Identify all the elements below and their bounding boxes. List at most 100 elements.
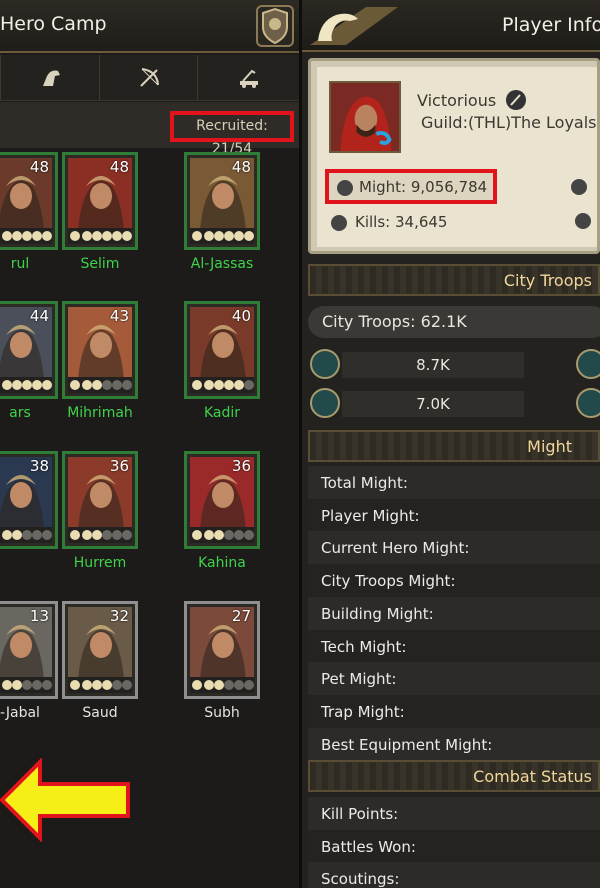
hero-level: 13 (29, 607, 49, 625)
star-dot (244, 530, 254, 540)
hero-class-icon (0, 378, 1, 392)
player-avatar[interactable] (329, 81, 401, 153)
might-row: Building Might: (308, 596, 600, 630)
star-dot (92, 530, 102, 540)
star-dot (204, 380, 214, 390)
hero-level: 36 (109, 457, 129, 475)
hero-card-frame: 36 (184, 451, 260, 549)
player-info-panel: Player Info Victorious Guild:(THL)The Lo… (302, 0, 600, 888)
section-city-troops-label: City Troops (503, 271, 592, 290)
tab-siege[interactable] (198, 55, 300, 101)
star-dot (204, 680, 214, 690)
section-combat-status: Combat Status (308, 760, 600, 792)
combat-row: Scoutings: (308, 862, 600, 888)
infantry-troop-icon (310, 349, 340, 379)
hero-card[interactable]: 36 Hurrem (62, 451, 138, 571)
player-card-inner: Victorious Guild:(THL)The Loyals Might: … (317, 67, 597, 247)
might-row-label: Total Might: (321, 474, 408, 492)
star-dot (244, 380, 254, 390)
star-dot (22, 530, 32, 540)
hero-name: Al-Jassas (190, 256, 254, 272)
star-dot (234, 680, 244, 690)
might-skull-icon (337, 180, 353, 196)
might-row: Current Hero Might: (308, 531, 600, 565)
hero-star-bar (0, 527, 52, 543)
tab-cavalry[interactable] (2, 55, 100, 101)
hero-class-icon (70, 231, 80, 241)
tab-divider (0, 55, 1, 101)
tab-archer[interactable] (100, 55, 198, 101)
star-dot (244, 680, 254, 690)
might-highlight: Might: 9,056,784 (325, 169, 497, 204)
troop-count: 8.7K (416, 356, 450, 374)
hero-card-frame: 38 (0, 451, 58, 549)
hero-card[interactable]: 40 Kadir (184, 301, 260, 421)
hero-class-icon (192, 380, 202, 390)
might-row: Trap Might: (308, 694, 600, 728)
hero-card[interactable]: 38 (0, 451, 58, 549)
hero-card[interactable]: 32 Saud (62, 601, 138, 721)
hero-camp-header: Hero Camp (0, 0, 300, 53)
star-dot (204, 530, 214, 540)
might-row: Tech Might: (308, 629, 600, 663)
hero-card-frame: 44 (0, 301, 58, 399)
troop-icon-right-2 (576, 388, 600, 418)
hero-class-icon (70, 380, 80, 390)
hero-card[interactable]: 48 Al-Jassas (184, 152, 260, 272)
star-dot (214, 231, 224, 241)
hero-class-icon (192, 530, 202, 540)
edit-name-icon[interactable] (505, 89, 527, 111)
star-dot (82, 380, 92, 390)
star-dot (122, 530, 132, 540)
combat-row-label: Battles Won: (321, 837, 416, 856)
might-row-label: City Troops Might: (321, 572, 456, 591)
hero-level: 27 (231, 607, 251, 625)
catapult-icon (240, 69, 258, 88)
hero-class-icon (192, 231, 202, 241)
hero-card[interactable]: 48 Selim (62, 152, 138, 272)
hero-star-bar (190, 527, 254, 543)
might-row-label: Tech Might: (321, 637, 407, 656)
star-dot (42, 530, 52, 540)
star-dot (22, 380, 32, 390)
hero-card[interactable]: 13 -Jabal (0, 601, 58, 721)
hero-card[interactable]: 27 Subh (184, 601, 260, 721)
star-dot (2, 380, 12, 390)
star-dot (112, 680, 122, 690)
hero-level: 36 (231, 457, 251, 475)
hero-card-frame: 40 (184, 301, 260, 399)
shield-icon[interactable] (256, 5, 294, 47)
section-city-troops: City Troops (308, 264, 600, 296)
player-name: Victorious (417, 91, 497, 110)
star-dot (122, 680, 132, 690)
star-dot (234, 380, 244, 390)
horse-icon (42, 70, 60, 86)
star-dot (92, 231, 102, 241)
combat-row-label: Scoutings: (321, 870, 400, 888)
might-row-label: Building Might: (321, 604, 434, 623)
might-row: City Troops Might: (308, 564, 600, 598)
hero-card[interactable]: 48 rul (0, 152, 58, 272)
hero-level: 40 (231, 307, 251, 325)
yellow-arrow-annotation (0, 758, 130, 842)
star-dot (224, 680, 234, 690)
might-row: Total Might: (308, 466, 600, 499)
combat-row-label: Kill Points: (321, 805, 399, 823)
star-dot (214, 680, 224, 690)
hero-card[interactable]: 43 Mihrimah (62, 301, 138, 421)
star-dot (112, 530, 122, 540)
hero-card[interactable]: 36 Kahina (184, 451, 260, 571)
might-row: Best Equipment Might: (308, 727, 600, 761)
star-dot (82, 530, 92, 540)
hero-name: Kadir (203, 405, 241, 421)
hero-card[interactable]: 44 ars (0, 301, 58, 421)
hero-class-icon (0, 528, 1, 542)
hero-class-icon (70, 530, 80, 540)
star-dot (102, 380, 112, 390)
might-row: Pet Might: (308, 662, 600, 696)
star-dot (32, 380, 42, 390)
hero-star-bar (190, 677, 254, 693)
hero-name: Kahina (198, 555, 246, 571)
hero-name: Hurrem (73, 555, 127, 571)
star-dot (12, 530, 22, 540)
